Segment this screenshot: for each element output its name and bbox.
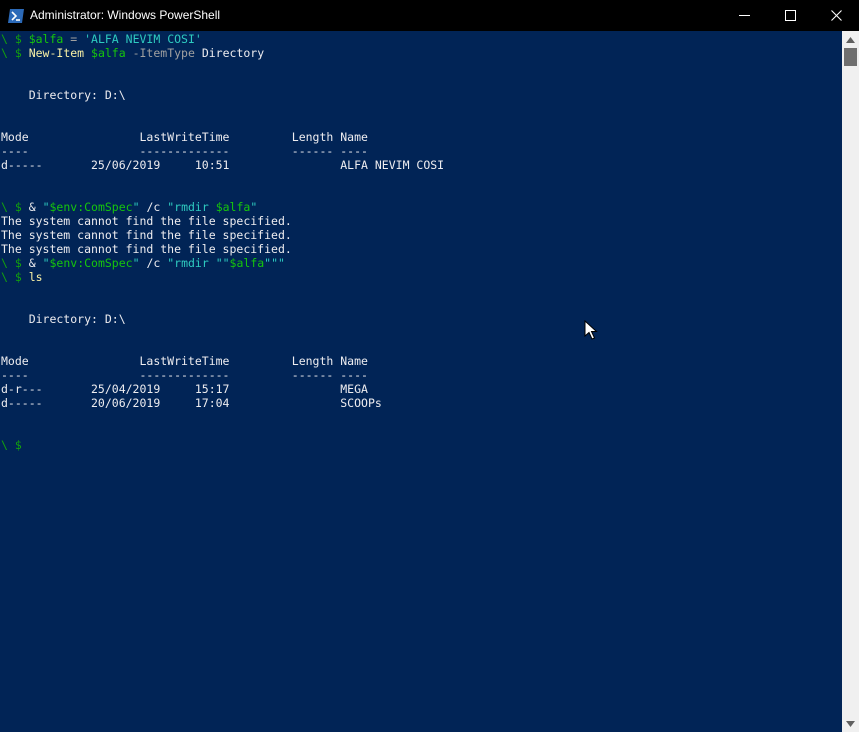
powershell-icon[interactable]	[8, 8, 24, 23]
console-text: 'ALFA NEVIM COSI'	[84, 32, 202, 46]
console-text: d----- 20/06/2019 17:04 SCOOPs	[1, 396, 382, 410]
console-text: Mode LastWriteTime Length Name	[1, 130, 368, 144]
console-output[interactable]: \ $ $alfa = 'ALFA NEVIM COSI' \ $ New-Ite…	[0, 31, 842, 732]
console-line: \ $	[1, 438, 22, 452]
console-text: d-r--- 25/04/2019 15:17 MEGA	[1, 382, 368, 396]
console-text: The system cannot find the file specifie…	[1, 214, 292, 228]
console-text: ---- ------------- ------ ----	[1, 144, 368, 158]
close-icon	[830, 10, 842, 21]
console-text: \ $	[1, 270, 29, 284]
close-button[interactable]	[813, 0, 859, 31]
scroll-up-button[interactable]	[842, 31, 859, 48]
console-text: $alfa	[215, 200, 251, 214]
console-text: =	[63, 32, 85, 46]
console-text: "	[132, 200, 140, 214]
console-line: Directory: D:\	[1, 88, 126, 102]
console-text: "	[42, 256, 50, 270]
console-text: Mode LastWriteTime Length Name	[1, 354, 368, 368]
console-line: \ $ & "$env:ComSpec" /c "rmdir ""$alfa""…	[1, 256, 285, 270]
console-text: \ $	[1, 256, 29, 270]
powershell-window: Administrator: Windows PowerShell \ $ $a…	[0, 0, 859, 732]
console-text: /c	[139, 200, 168, 214]
minimize-icon	[738, 15, 750, 16]
console-line: Mode LastWriteTime Length Name	[1, 130, 368, 144]
console-text: "rmdir ""	[167, 256, 230, 270]
console-text: "	[250, 200, 258, 214]
console-text: &	[28, 200, 43, 214]
console-line: The system cannot find the file specifie…	[1, 242, 292, 256]
console-text: $alfa	[28, 32, 64, 46]
console-line: \ $ New-Item $alfa -ItemType Directory	[1, 46, 264, 60]
console-text: $env:ComSpec	[49, 200, 133, 214]
window-title: Administrator: Windows PowerShell	[30, 8, 221, 22]
console-text: The system cannot find the file specifie…	[1, 242, 292, 256]
console-line: ---- ------------- ------ ----	[1, 144, 368, 158]
console-text: /c	[139, 256, 168, 270]
scroll-down-button[interactable]	[842, 715, 859, 732]
console-text: The system cannot find the file specifie…	[1, 228, 292, 242]
console-line: Directory: D:\	[1, 312, 126, 326]
console-text: &	[28, 256, 43, 270]
arrow-up-icon	[846, 36, 855, 43]
console-line: d-r--- 25/04/2019 15:17 MEGA	[1, 382, 368, 396]
console-text: \ $	[1, 46, 29, 60]
console-line: The system cannot find the file specifie…	[1, 228, 292, 242]
console-text: Directory	[194, 46, 265, 60]
console-text: New-Item	[28, 46, 85, 60]
console-text: $env:ComSpec	[49, 256, 133, 270]
console-text: $alfa	[229, 256, 265, 270]
console-line: \ $ $alfa = 'ALFA NEVIM COSI'	[1, 32, 202, 46]
console-line: The system cannot find the file specifie…	[1, 214, 292, 228]
console-text: ls	[28, 270, 43, 284]
vertical-scrollbar[interactable]	[842, 31, 859, 732]
console-text: "rmdir	[167, 200, 216, 214]
title-bar[interactable]: Administrator: Windows PowerShell	[0, 0, 859, 31]
maximize-button[interactable]	[767, 0, 813, 31]
maximize-icon	[784, 10, 796, 21]
console-text: $alfa	[91, 46, 126, 60]
arrow-down-icon	[846, 720, 855, 727]
console-line: ---- ------------- ------ ----	[1, 368, 368, 382]
mouse-pointer-icon	[584, 320, 598, 340]
console-text: d----- 25/06/2019 10:51 ALFA NEVIM COSI	[1, 158, 445, 172]
console-text: \ $	[1, 438, 22, 452]
console-line: \ $ ls	[1, 270, 43, 284]
console-text: """	[264, 256, 285, 270]
console-text: \ $	[1, 200, 29, 214]
console-line: \ $ & "$env:ComSpec" /c "rmdir $alfa"	[1, 200, 257, 214]
minimize-button[interactable]	[721, 0, 767, 31]
console-text: -ItemType	[125, 46, 195, 60]
console-line: Mode LastWriteTime Length Name	[1, 354, 368, 368]
console-text: \ $	[1, 32, 29, 46]
console-line: d----- 25/06/2019 10:51 ALFA NEVIM COSI	[1, 158, 444, 172]
console-text: Directory: D:\	[1, 88, 126, 102]
console-line: d----- 20/06/2019 17:04 SCOOPs	[1, 396, 382, 410]
console-text: ---- ------------- ------ ----	[1, 368, 368, 382]
console-text: Directory: D:\	[1, 312, 126, 326]
console-text: "	[132, 256, 140, 270]
console-text: "	[42, 200, 50, 214]
scroll-thumb[interactable]	[844, 48, 857, 66]
